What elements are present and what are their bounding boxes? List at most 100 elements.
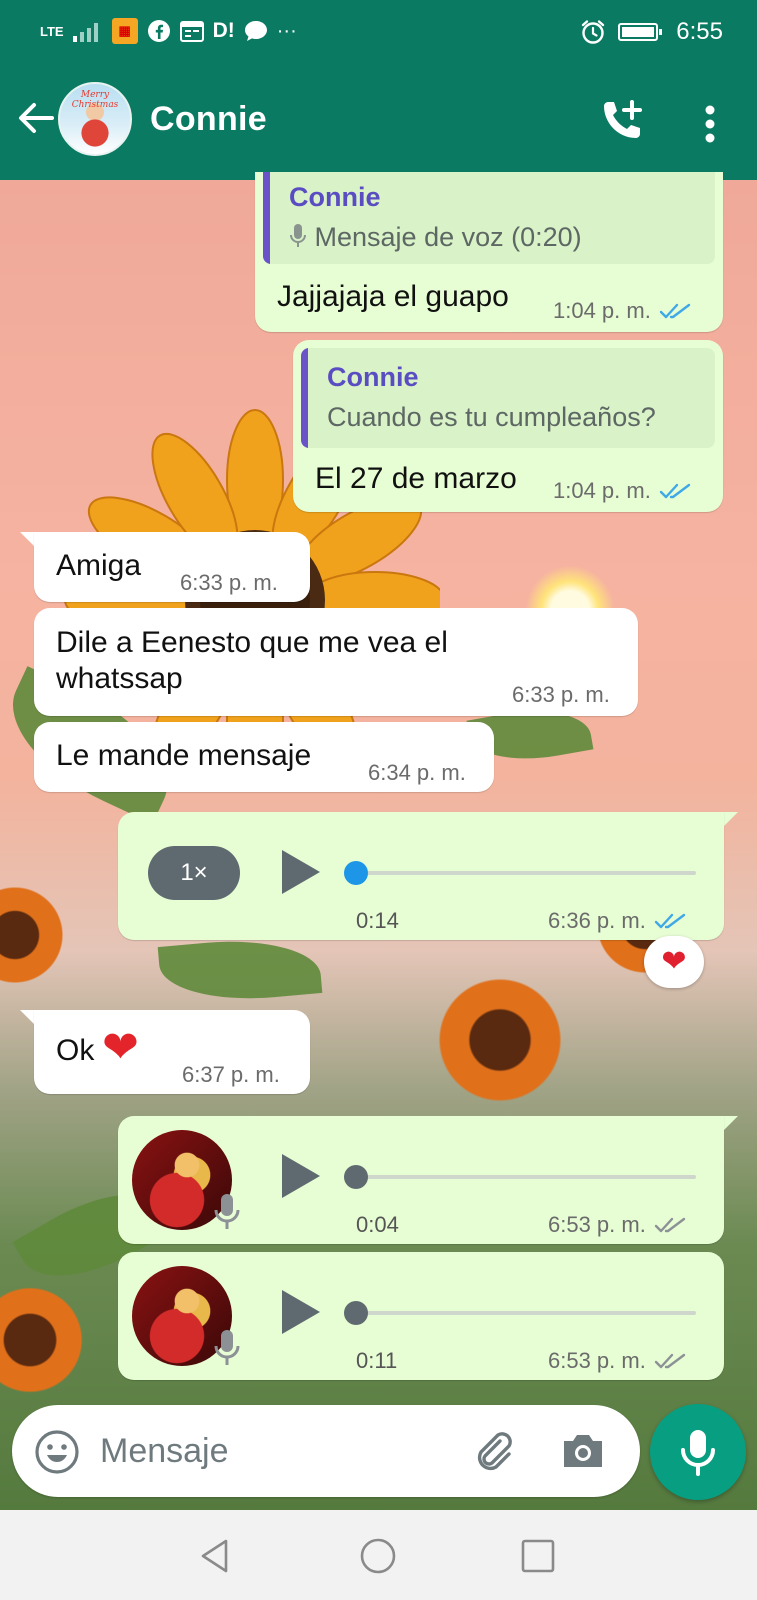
message-time: 1:04 p. m. [553, 298, 651, 323]
delivered-ticks-icon [654, 1353, 686, 1369]
voice-progress-track[interactable] [354, 1175, 696, 1179]
bubble-tail [722, 1116, 738, 1132]
voice-message-outgoing[interactable]: 0:11 6:53 p. m. [118, 1252, 724, 1380]
contact-avatar[interactable]: Merry Christmas [58, 82, 132, 156]
avatar-caption: Merry Christmas [71, 90, 119, 110]
voice-progress-handle[interactable] [344, 861, 368, 885]
message-bubble-incoming[interactable]: Le mande mensaje 6:34 p. m. [34, 722, 494, 792]
add-call-icon[interactable] [598, 96, 646, 144]
playback-speed-button[interactable]: 1× [148, 846, 240, 900]
wallpaper-flower [430, 970, 570, 1110]
voice-progress-track[interactable] [354, 871, 696, 875]
message-time: 6:36 p. m. [548, 908, 646, 933]
nav-home-icon[interactable] [358, 1536, 398, 1576]
network-type: LTE [40, 23, 64, 39]
wallpaper-leaf [157, 933, 323, 1007]
wallpaper-flower [0, 880, 70, 990]
voice-message-outgoing[interactable]: 1× 0:14 6:36 p. m. [118, 812, 724, 940]
message-time: 6:53 p. m. [548, 1348, 646, 1373]
message-text: El 27 de marzo [315, 462, 517, 495]
attach-icon[interactable] [470, 1427, 518, 1475]
alarm-icon [582, 20, 605, 44]
battery-icon [618, 23, 663, 41]
message-meta: 1:04 p. m. [553, 298, 693, 324]
message-time: 6:53 p. m. [548, 1212, 646, 1237]
message-meta: 6:33 p. m. [180, 570, 278, 596]
message-text-line-2: whatssap [56, 662, 183, 695]
message-meta: 6:34 p. m. [368, 760, 466, 786]
microphone-icon [214, 1330, 240, 1365]
voice-progress-handle[interactable] [344, 1165, 368, 1189]
message-time: 6:37 p. m. [182, 1062, 280, 1087]
quote-text: Mensaje de voz (0:20) [289, 222, 582, 253]
message-time: 6:33 p. m. [512, 682, 610, 707]
notification-app-label: D! [212, 19, 235, 42]
voice-duration: 0:11 [356, 1348, 398, 1373]
play-icon[interactable] [278, 1288, 322, 1336]
message-meta: 6:33 p. m. [512, 682, 610, 708]
message-text: Amiga [56, 549, 142, 582]
delivered-ticks-icon [654, 1217, 686, 1233]
play-icon[interactable] [278, 848, 322, 896]
voice-record-button[interactable] [650, 1404, 746, 1500]
calendar-icon [179, 21, 204, 42]
message-bubble-incoming[interactable]: Amiga 6:33 p. m. [34, 532, 310, 602]
heart-emoji: ❤ [102, 1023, 139, 1072]
bubble-tail [722, 812, 738, 828]
read-ticks-icon [654, 913, 686, 929]
system-nav-bar [0, 1510, 757, 1600]
microphone-icon [214, 1194, 240, 1229]
chat-notification-icon [244, 21, 267, 41]
voice-duration: 0:14 [356, 908, 399, 933]
voice-duration: 0:04 [356, 1212, 399, 1237]
more-notifications-indicator: ··· [276, 19, 297, 42]
message-bubble-incoming[interactable]: Ok ❤ 6:37 p. m. [34, 1010, 310, 1094]
facebook-icon [147, 20, 170, 42]
status-time: 6:55 [676, 18, 723, 45]
message-time: 6:33 p. m. [180, 570, 278, 595]
voice-message-outgoing[interactable]: 0:04 6:53 p. m. [118, 1116, 724, 1244]
wallpaper-flower [0, 1280, 90, 1400]
back-arrow-icon[interactable] [14, 96, 58, 140]
quoted-message[interactable]: Connie Mensaje de voz (0:20) [263, 172, 715, 264]
message-meta: 1:04 p. m. [553, 478, 693, 504]
message-meta: 6:36 p. m. [548, 908, 688, 934]
message-meta: 6:37 p. m. [182, 1062, 280, 1088]
emoji-icon[interactable] [34, 1429, 80, 1475]
microphone-icon [290, 224, 306, 247]
read-ticks-icon [659, 483, 691, 499]
message-input[interactable] [100, 1427, 450, 1475]
message-meta: 6:53 p. m. [548, 1212, 688, 1238]
contact-name[interactable]: Connie [150, 100, 267, 139]
status-left: LTE ▦ D! ··· [40, 18, 297, 44]
microphone-icon [681, 1430, 715, 1476]
voice-progress-handle[interactable] [344, 1301, 368, 1325]
message-text: Le mande mensaje [56, 739, 312, 772]
message-composer [12, 1405, 640, 1497]
quote-text: Cuando es tu cumpleaños? [327, 402, 656, 432]
play-icon[interactable] [278, 1152, 322, 1200]
quote-author: Connie [327, 362, 419, 392]
message-bubble-outgoing[interactable]: Connie Cuando es tu cumpleaños? El 27 de… [293, 340, 723, 512]
nav-recents-icon[interactable] [518, 1536, 558, 1576]
nav-back-icon[interactable] [196, 1536, 236, 1576]
quote-voice-label: Mensaje de voz (0:20) [314, 222, 582, 252]
message-bubble-outgoing[interactable]: Connie Mensaje de voz (0:20) Jajjajaja e… [255, 172, 723, 332]
reaction-heart[interactable]: ❤ [644, 936, 704, 988]
signal-icon [72, 23, 98, 42]
message-text: Ok [56, 1034, 95, 1067]
message-time: 1:04 p. m. [553, 478, 651, 503]
more-options-icon[interactable] [694, 102, 726, 146]
status-bar: LTE ▦ D! ··· 6:55 [0, 0, 757, 66]
voice-progress-track[interactable] [354, 1311, 696, 1315]
message-text: Jajjajaja el guapo [277, 280, 509, 313]
message-text-line-1: Dile a Eenesto que me vea el [56, 626, 448, 659]
quoted-message[interactable]: Connie Cuando es tu cumpleaños? [301, 348, 715, 448]
chat-header: Merry Christmas Connie [0, 66, 757, 180]
notification-app-icon: ▦ [111, 18, 138, 44]
quote-author: Connie [289, 182, 381, 212]
message-time: 6:34 p. m. [368, 760, 466, 785]
message-meta: 6:53 p. m. [548, 1348, 688, 1374]
camera-icon[interactable] [560, 1429, 606, 1473]
message-bubble-incoming[interactable]: Dile a Eenesto que me vea el whatssap 6:… [34, 608, 638, 716]
